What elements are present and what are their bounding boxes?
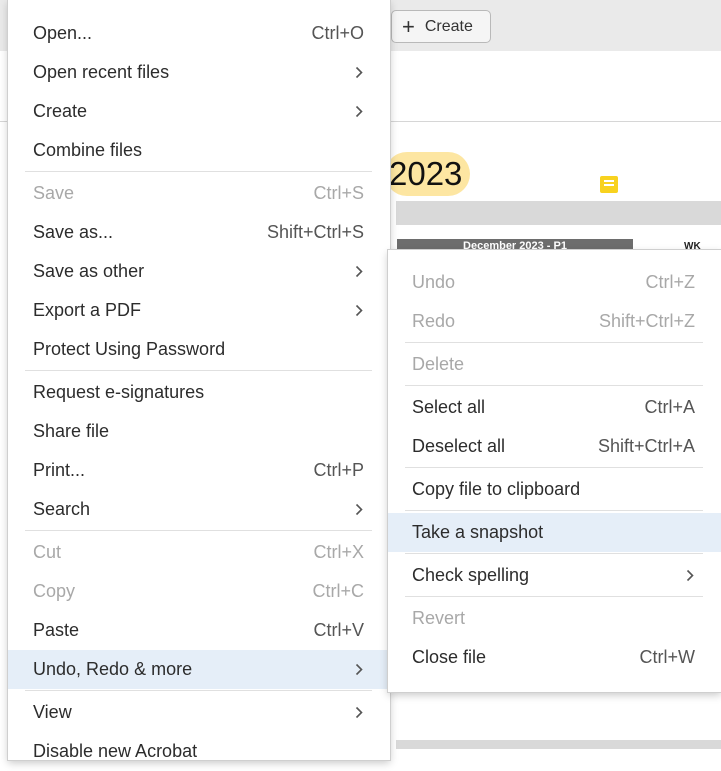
chevron-right-icon bbox=[354, 265, 364, 278]
menu-item-create[interactable]: Create bbox=[8, 92, 390, 131]
menu-item-shortcut: Ctrl+W bbox=[639, 647, 696, 667]
menu-item-save-as-other[interactable]: Save as other bbox=[8, 252, 390, 291]
menu-item-save-as[interactable]: Save as... Shift+Ctrl+S bbox=[8, 213, 390, 252]
menu-item-label: Save as... bbox=[33, 222, 114, 242]
chevron-right-icon bbox=[354, 66, 364, 79]
menu-item-label: Redo bbox=[412, 311, 456, 331]
menu-item-disable-new-acrobat[interactable]: Disable new Acrobat bbox=[8, 732, 390, 771]
menu-item-label: Deselect all bbox=[412, 436, 506, 456]
menu-item-copy[interactable]: Copy Ctrl+C bbox=[8, 572, 390, 611]
menu-item-label: Copy bbox=[33, 581, 76, 601]
menu-item-label: Share file bbox=[33, 421, 110, 441]
chevron-right-icon bbox=[354, 304, 364, 317]
document-bottom-band bbox=[396, 740, 721, 749]
menu-item-label: Print... bbox=[33, 460, 86, 480]
chevron-right-icon bbox=[354, 706, 364, 719]
menu-item-label: Paste bbox=[33, 620, 80, 640]
menu-item-label: Open... bbox=[33, 23, 93, 43]
chevron-right-icon bbox=[354, 503, 364, 516]
submenu-item-undo[interactable]: Undo Ctrl+Z bbox=[388, 263, 721, 302]
menu-item-label: Save as other bbox=[33, 261, 145, 281]
menu-item-save[interactable]: Save Ctrl+S bbox=[8, 174, 390, 213]
menu-item-open[interactable]: Open... Ctrl+O bbox=[8, 14, 390, 53]
menu-separator bbox=[405, 553, 703, 554]
menu-item-shortcut: Ctrl+O bbox=[311, 23, 364, 43]
menu-item-shortcut: Shift+Ctrl+S bbox=[266, 222, 364, 242]
submenu-item-revert[interactable]: Revert bbox=[388, 599, 721, 638]
menu-item-shortcut: Ctrl+A bbox=[644, 397, 695, 417]
menu-item-label: Check spelling bbox=[412, 565, 530, 585]
menu-item-label: Close file bbox=[412, 647, 487, 667]
menu-item-label: Create bbox=[33, 101, 88, 121]
menu-separator bbox=[405, 510, 703, 511]
menu-item-label: Save bbox=[33, 183, 75, 203]
menu-item-request-esignatures[interactable]: Request e-signatures bbox=[8, 373, 390, 412]
submenu-item-close-file[interactable]: Close file Ctrl+W bbox=[388, 638, 721, 677]
menu-item-label: Export a PDF bbox=[33, 300, 142, 320]
menu-item-label: Disable new Acrobat bbox=[33, 741, 198, 761]
submenu-item-redo[interactable]: Redo Shift+Ctrl+Z bbox=[388, 302, 721, 341]
chevron-right-icon bbox=[354, 663, 364, 676]
comment-icon[interactable] bbox=[600, 176, 618, 193]
menu-separator bbox=[405, 596, 703, 597]
menu-item-label: Search bbox=[33, 499, 91, 519]
menu-item-label: Revert bbox=[412, 608, 466, 628]
menu-item-search[interactable]: Search bbox=[8, 490, 390, 529]
submenu-item-copy-file-to-clipboard[interactable]: Copy file to clipboard bbox=[388, 470, 721, 509]
file-menu: Open... Ctrl+O Open recent files Create … bbox=[8, 0, 390, 761]
menu-item-label: Delete bbox=[412, 354, 465, 374]
menu-item-label: Combine files bbox=[33, 140, 143, 160]
menu-item-label: Undo bbox=[412, 272, 456, 292]
undo-redo-submenu: Undo Ctrl+Z Redo Shift+Ctrl+Z Delete Sel… bbox=[388, 250, 721, 692]
menu-item-combine-files[interactable]: Combine files bbox=[8, 131, 390, 170]
menu-item-shortcut: Ctrl+V bbox=[313, 620, 364, 640]
submenu-item-delete[interactable]: Delete bbox=[388, 345, 721, 384]
submenu-item-deselect-all[interactable]: Deselect all Shift+Ctrl+A bbox=[388, 427, 721, 466]
create-button[interactable]: + Create bbox=[391, 10, 491, 43]
menu-item-paste[interactable]: Paste Ctrl+V bbox=[8, 611, 390, 650]
menu-item-label: Protect Using Password bbox=[33, 339, 226, 359]
submenu-item-select-all[interactable]: Select all Ctrl+A bbox=[388, 388, 721, 427]
menu-item-protect-password[interactable]: Protect Using Password bbox=[8, 330, 390, 369]
plus-icon: + bbox=[402, 13, 415, 39]
submenu-item-check-spelling[interactable]: Check spelling bbox=[388, 556, 721, 595]
create-button-label: Create bbox=[424, 17, 473, 35]
menu-separator bbox=[25, 530, 372, 531]
menu-item-view[interactable]: View bbox=[8, 693, 390, 732]
menu-item-print[interactable]: Print... Ctrl+P bbox=[8, 451, 390, 490]
menu-item-shortcut: Ctrl+P bbox=[313, 460, 364, 480]
submenu-item-take-snapshot[interactable]: Take a snapshot bbox=[388, 513, 721, 552]
menu-item-share-file[interactable]: Share file bbox=[8, 412, 390, 451]
menu-item-label: Undo, Redo & more bbox=[33, 659, 193, 679]
menu-item-label: Request e-signatures bbox=[33, 382, 205, 402]
menu-item-shortcut: Shift+Ctrl+Z bbox=[598, 311, 695, 331]
chevron-right-icon bbox=[354, 105, 364, 118]
menu-item-cut[interactable]: Cut Ctrl+X bbox=[8, 533, 390, 572]
menu-separator bbox=[405, 385, 703, 386]
menu-separator bbox=[25, 370, 372, 371]
chevron-right-icon bbox=[685, 569, 695, 582]
menu-item-label: Copy file to clipboard bbox=[412, 479, 581, 499]
menu-item-label: Select all bbox=[412, 397, 486, 417]
menu-item-shortcut: Ctrl+Z bbox=[645, 272, 696, 292]
menu-item-label: Cut bbox=[33, 542, 62, 562]
menu-separator bbox=[405, 467, 703, 468]
menu-item-label: View bbox=[33, 702, 72, 722]
menu-item-open-recent-files[interactable]: Open recent files bbox=[8, 53, 390, 92]
menu-item-shortcut: Ctrl+S bbox=[313, 183, 364, 203]
document-gray-band bbox=[396, 201, 721, 225]
menu-separator bbox=[25, 171, 372, 172]
menu-item-label: Take a snapshot bbox=[412, 522, 544, 542]
menu-item-shortcut: Ctrl+C bbox=[312, 581, 364, 601]
menu-item-export-pdf[interactable]: Export a PDF bbox=[8, 291, 390, 330]
menu-item-undo-redo-more[interactable]: Undo, Redo & more bbox=[8, 650, 390, 689]
menu-item-shortcut: Ctrl+X bbox=[313, 542, 364, 562]
menu-separator bbox=[25, 690, 372, 691]
menu-item-label: Open recent files bbox=[33, 62, 170, 82]
menu-item-shortcut: Shift+Ctrl+A bbox=[597, 436, 695, 456]
menu-separator bbox=[405, 342, 703, 343]
document-year-highlight: 2023 bbox=[385, 152, 471, 196]
